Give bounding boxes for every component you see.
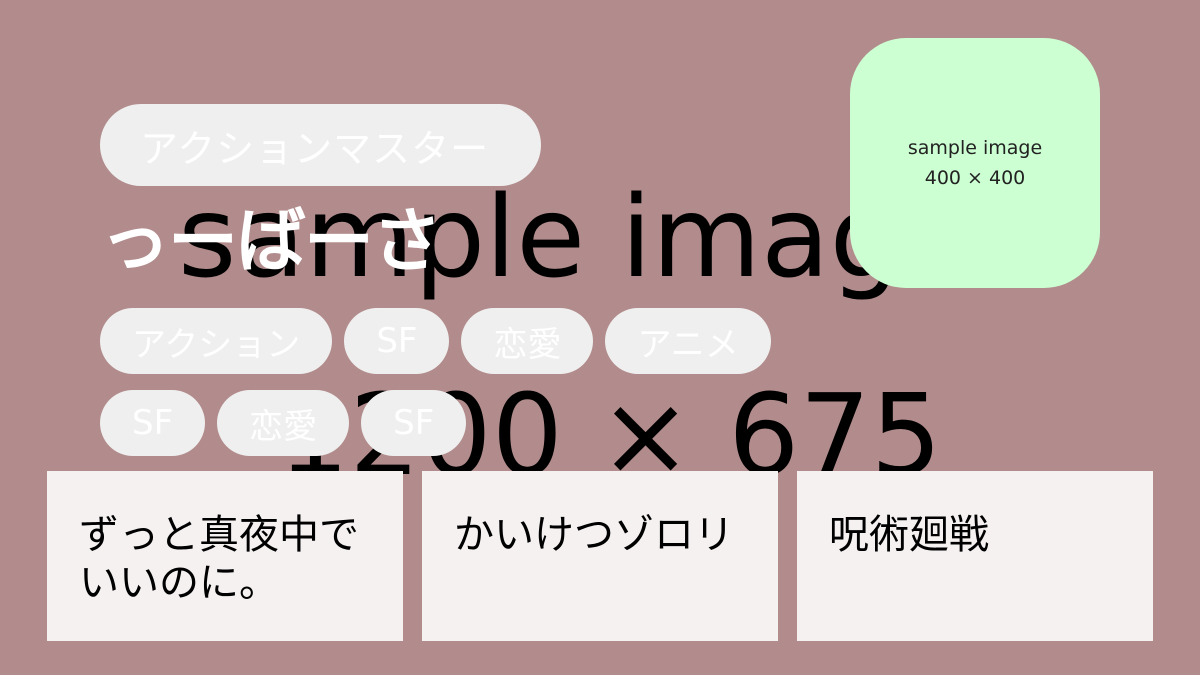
username: っーばーさ: [100, 200, 442, 282]
tag[interactable]: 恋愛: [461, 308, 594, 374]
avatar-placeholder-size: 400 × 400: [924, 167, 1026, 189]
title-badge-label: アクションマスター: [140, 126, 490, 171]
tag[interactable]: SF: [100, 390, 206, 456]
favorite-card[interactable]: 呪術廻戦: [797, 471, 1153, 641]
tag[interactable]: SF: [344, 308, 450, 374]
favorite-card-title: かいけつゾロリ: [454, 512, 734, 558]
tag[interactable]: SF: [361, 390, 467, 456]
tag[interactable]: アニメ: [605, 308, 771, 374]
avatar-placeholder-text: sample image: [907, 136, 1043, 159]
favorite-card[interactable]: かいけつゾロリ: [422, 471, 778, 641]
tag-list-row-2: SF 恋愛 SF: [100, 390, 467, 456]
avatar: sample image 400 × 400: [850, 38, 1100, 288]
title-badge: アクションマスター: [100, 104, 541, 186]
favorite-card-title: 呪術廻戦: [829, 512, 989, 558]
favorite-card[interactable]: ずっと真夜中でいいのに。: [47, 471, 403, 641]
favorite-card-title: ずっと真夜中でいいのに。: [79, 512, 359, 606]
tag[interactable]: アクション: [100, 308, 333, 374]
tag-list-row-1: アクション SF 恋愛 アニメ: [100, 308, 771, 374]
tag[interactable]: 恋愛: [217, 390, 350, 456]
